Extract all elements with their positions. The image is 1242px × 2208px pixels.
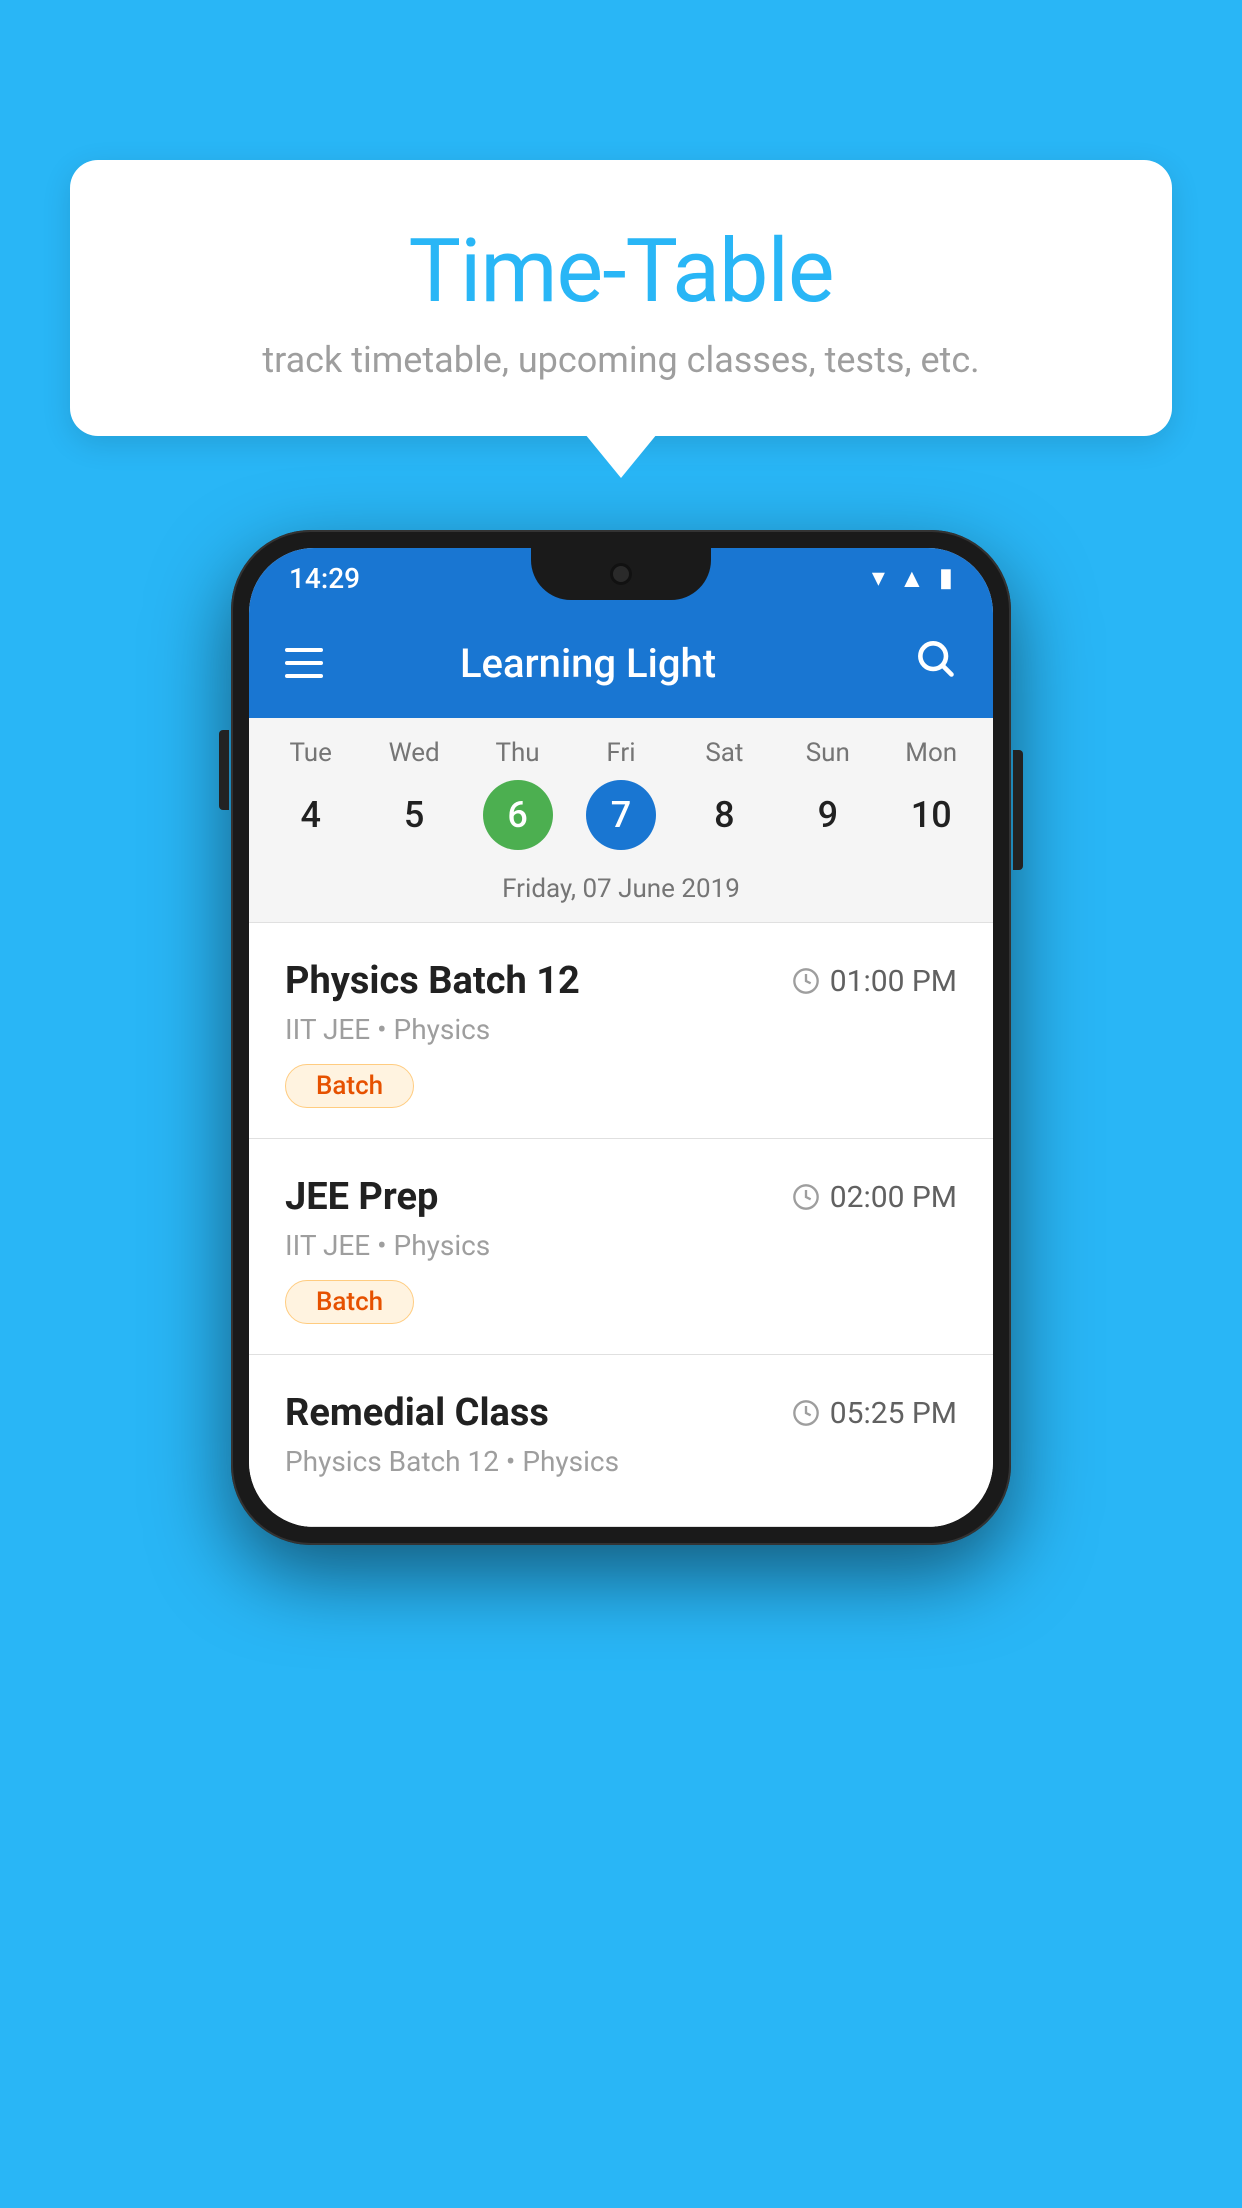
search-icon[interactable] (913, 636, 957, 691)
day-name: Mon (905, 738, 957, 768)
day-number: 6 (483, 780, 553, 850)
calendar-day[interactable]: Sun 9 (778, 738, 878, 850)
schedule-time-text: 02:00 PM (830, 1180, 957, 1215)
calendar-day[interactable]: Sat 8 (674, 738, 774, 850)
schedule-title: JEE Prep (285, 1175, 438, 1219)
schedule-subtitle: IIT JEE • Physics (285, 1229, 957, 1262)
schedule-title: Physics Batch 12 (285, 959, 580, 1003)
day-number: 8 (689, 780, 759, 850)
day-name: Wed (389, 738, 440, 768)
schedule-time: 02:00 PM (792, 1180, 957, 1215)
calendar-strip: Tue 4 Wed 5 Thu 6 Fri 7 Sat 8 Sun 9 Mon 10 Friday, 07… (249, 718, 993, 922)
phone-wrapper: 14:29 ▾ ▲ ▮ Learning Light (231, 530, 1011, 1545)
phone-notch (531, 548, 711, 600)
calendar-day[interactable]: Thu 6 (468, 738, 568, 850)
calendar-day[interactable]: Mon 10 (881, 738, 981, 850)
bubble-subtitle: track timetable, upcoming classes, tests… (120, 339, 1122, 381)
day-number: 4 (276, 780, 346, 850)
schedule-time-text: 05:25 PM (830, 1396, 957, 1431)
day-name: Tue (289, 738, 331, 768)
schedule-item[interactable]: Remedial Class 05:25 PM Physics Batch 12 •… (249, 1355, 993, 1527)
schedule-item-header: Remedial Class 05:25 PM (285, 1391, 957, 1435)
clock-icon (792, 967, 820, 995)
bubble-title: Time-Table (120, 220, 1122, 323)
clock-icon (792, 1183, 820, 1211)
calendar-day[interactable]: Tue 4 (261, 738, 361, 850)
app-title: Learning Light (353, 640, 823, 687)
clock-icon (792, 1399, 820, 1427)
speech-bubble: Time-Table track timetable, upcoming cla… (70, 160, 1172, 436)
signal-icon: ▲ (899, 563, 925, 594)
app-bar: Learning Light (249, 608, 993, 718)
calendar-day[interactable]: Wed 5 (364, 738, 464, 850)
day-number: 7 (586, 780, 656, 850)
status-icons: ▾ ▲ ▮ (872, 563, 953, 594)
day-name: Thu (495, 738, 539, 768)
phone-outer: 14:29 ▾ ▲ ▮ Learning Light (231, 530, 1011, 1545)
calendar-day[interactable]: Fri 7 (571, 738, 671, 850)
day-number: 10 (896, 780, 966, 850)
notch-camera (610, 563, 632, 585)
schedule-time: 05:25 PM (792, 1396, 957, 1431)
hamburger-menu-icon[interactable] (285, 648, 323, 678)
wifi-icon: ▾ (872, 563, 885, 593)
selected-date-label: Friday, 07 June 2019 (259, 858, 983, 922)
status-time: 14:29 (289, 562, 360, 595)
batch-badge: Batch (285, 1064, 414, 1108)
battery-icon: ▮ (939, 563, 953, 593)
schedule-time: 01:00 PM (792, 964, 957, 999)
day-number: 9 (793, 780, 863, 850)
schedule-time-text: 01:00 PM (830, 964, 957, 999)
schedule-item[interactable]: JEE Prep 02:00 PM IIT JEE • Physics Batch (249, 1139, 993, 1355)
day-name: Sat (705, 738, 743, 768)
day-name: Sun (806, 738, 850, 768)
schedule-subtitle: IIT JEE • Physics (285, 1013, 957, 1046)
day-name: Fri (606, 738, 635, 768)
day-number: 5 (379, 780, 449, 850)
schedule-item[interactable]: Physics Batch 12 01:00 PM IIT JEE • Physic… (249, 923, 993, 1139)
schedule-title: Remedial Class (285, 1391, 549, 1435)
schedule-item-header: JEE Prep 02:00 PM (285, 1175, 957, 1219)
schedule-subtitle: Physics Batch 12 • Physics (285, 1445, 957, 1478)
schedule-list: Physics Batch 12 01:00 PM IIT JEE • Physic… (249, 923, 993, 1527)
schedule-item-header: Physics Batch 12 01:00 PM (285, 959, 957, 1003)
batch-badge: Batch (285, 1280, 414, 1324)
days-row: Tue 4 Wed 5 Thu 6 Fri 7 Sat 8 Sun 9 Mon 10 (259, 738, 983, 858)
phone-screen: 14:29 ▾ ▲ ▮ Learning Light (249, 548, 993, 1527)
